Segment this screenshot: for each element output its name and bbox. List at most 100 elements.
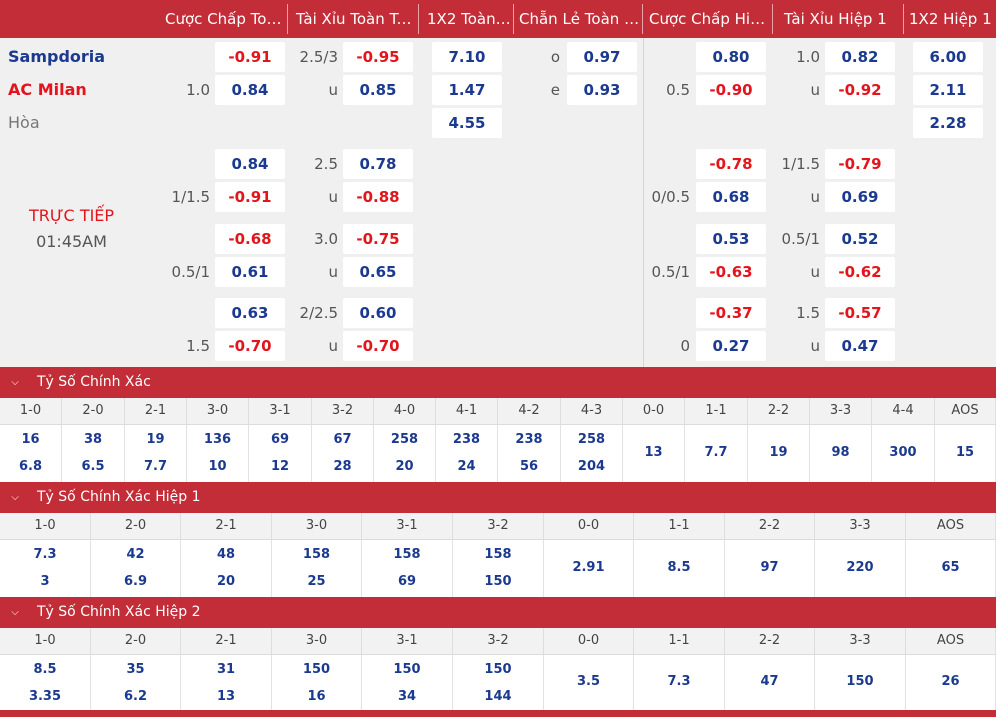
- score-odds-away[interactable]: 6.9: [91, 574, 180, 589]
- score-odds-away[interactable]: 6.2: [91, 689, 180, 704]
- score-odds-home[interactable]: 35: [91, 662, 180, 677]
- score-odds-home[interactable]: 48: [181, 547, 271, 562]
- score-odds-away[interactable]: 6.8: [0, 459, 61, 474]
- odds-handicap-away[interactable]: 0.61: [215, 257, 285, 287]
- odds-over[interactable]: 0.60: [343, 298, 413, 328]
- odds-h1-under[interactable]: -0.62: [825, 257, 895, 287]
- score-odds-home[interactable]: 258: [561, 432, 622, 447]
- odds-1x2-away[interactable]: 1.47: [432, 75, 502, 105]
- odds-h1-1x2-home[interactable]: 6.00: [913, 42, 983, 72]
- odds-h1-1x2-away[interactable]: 2.11: [913, 75, 983, 105]
- odds-under[interactable]: 0.65: [343, 257, 413, 287]
- odds-even[interactable]: 0.93: [567, 75, 637, 105]
- score-odds-home[interactable]: 220: [815, 560, 905, 575]
- score-odds-home[interactable]: 158: [362, 547, 452, 562]
- odds-handicap-home[interactable]: -0.68: [215, 224, 285, 254]
- odds-h1-under[interactable]: -0.92: [825, 75, 895, 105]
- score-odds-home[interactable]: 7.3: [634, 674, 724, 689]
- chevron-down-icon[interactable]: ⌵: [8, 597, 22, 628]
- score-odds-home[interactable]: 67: [312, 432, 373, 447]
- odds-h1-over[interactable]: 0.82: [825, 42, 895, 72]
- score-odds-away[interactable]: 69: [362, 574, 452, 589]
- col-header-1x2-ft[interactable]: 1X2 Toàn Trận: [421, 0, 513, 38]
- chevron-down-icon[interactable]: ⌵: [8, 367, 22, 398]
- score-odds-home[interactable]: 16: [0, 432, 61, 447]
- score-odds-home[interactable]: 47: [725, 674, 814, 689]
- score-odds-home[interactable]: 8.5: [634, 560, 724, 575]
- odds-h1-handicap-away[interactable]: 0.27: [696, 331, 766, 361]
- odds-h1-over[interactable]: -0.79: [825, 149, 895, 179]
- odds-under[interactable]: 0.85: [343, 75, 413, 105]
- score-odds-away[interactable]: 13: [181, 689, 271, 704]
- score-odds-home[interactable]: 136: [187, 432, 248, 447]
- score-odds-away[interactable]: 56: [498, 459, 560, 474]
- col-header-handicap-h1[interactable]: Cược Chấp Hiệp 1: [643, 0, 771, 38]
- odds-h1-handicap-home[interactable]: -0.78: [696, 149, 766, 179]
- score-odds-home[interactable]: 150: [453, 662, 543, 677]
- score-odds-home[interactable]: 65: [906, 560, 995, 575]
- score-odds-home[interactable]: 7.3: [0, 547, 90, 562]
- home-team[interactable]: Sampdoria: [8, 42, 105, 72]
- score-odds-home[interactable]: 2.91: [544, 560, 633, 575]
- odds-handicap-away[interactable]: -0.91: [215, 182, 285, 212]
- score-odds-away[interactable]: 16: [272, 689, 361, 704]
- score-odds-home[interactable]: 38: [62, 432, 124, 447]
- score-odds-away[interactable]: 3: [0, 574, 90, 589]
- score-odds-home[interactable]: 26: [906, 674, 995, 689]
- score-odds-away[interactable]: 34: [362, 689, 452, 704]
- score-odds-away[interactable]: 24: [436, 459, 497, 474]
- odds-1x2-home[interactable]: 7.10: [432, 42, 502, 72]
- col-header-handicap-ft[interactable]: Cược Chấp Toàn Trận: [159, 0, 287, 38]
- score-odds-away[interactable]: 28: [312, 459, 373, 474]
- chevron-down-icon[interactable]: ⌵: [8, 482, 22, 513]
- odds-under[interactable]: -0.70: [343, 331, 413, 361]
- odds-over[interactable]: 0.78: [343, 149, 413, 179]
- score-odds-home[interactable]: 238: [436, 432, 497, 447]
- odds-over[interactable]: -0.95: [343, 42, 413, 72]
- away-team[interactable]: AC Milan: [8, 75, 87, 105]
- score-odds-home[interactable]: 3.5: [544, 674, 633, 689]
- score-odds-home[interactable]: 97: [725, 560, 814, 575]
- odds-h1-handicap-home[interactable]: 0.80: [696, 42, 766, 72]
- odds-handicap-home[interactable]: -0.91: [215, 42, 285, 72]
- odds-1x2-draw[interactable]: 4.55: [432, 108, 502, 138]
- odds-h1-over[interactable]: 0.52: [825, 224, 895, 254]
- section-correct-score-h1[interactable]: ⌵ Tỷ Số Chính Xác Hiệp 1: [0, 482, 996, 513]
- col-header-oddeven-ft[interactable]: Chẵn Lẻ Toàn Trận: [513, 0, 641, 38]
- section-correct-score-h2[interactable]: ⌵ Tỷ Số Chính Xác Hiệp 2: [0, 597, 996, 628]
- odds-h1-handicap-away[interactable]: -0.90: [696, 75, 766, 105]
- odds-h1-handicap-away[interactable]: 0.68: [696, 182, 766, 212]
- odds-over[interactable]: -0.75: [343, 224, 413, 254]
- score-odds-home[interactable]: 13: [623, 445, 684, 460]
- score-odds-home[interactable]: 19: [125, 432, 186, 447]
- score-odds-home[interactable]: 31: [181, 662, 271, 677]
- odds-h1-1x2-draw[interactable]: 2.28: [913, 108, 983, 138]
- score-odds-home[interactable]: 300: [872, 445, 934, 460]
- score-odds-away[interactable]: 6.5: [62, 459, 124, 474]
- col-header-1x2-h1[interactable]: 1X2 Hiệp 1: [903, 0, 995, 38]
- score-odds-away[interactable]: 12: [249, 459, 311, 474]
- score-odds-away[interactable]: 144: [453, 689, 543, 704]
- score-odds-away[interactable]: 150: [453, 574, 543, 589]
- odds-handicap-away[interactable]: 0.84: [215, 75, 285, 105]
- odds-h1-handicap-away[interactable]: -0.63: [696, 257, 766, 287]
- odds-h1-under[interactable]: 0.47: [825, 331, 895, 361]
- score-odds-home[interactable]: 258: [374, 432, 435, 447]
- col-header-overunder-ft[interactable]: Tài Xỉu Toàn Trận: [290, 0, 416, 38]
- odds-h1-handicap-home[interactable]: -0.37: [696, 298, 766, 328]
- odds-handicap-home[interactable]: 0.84: [215, 149, 285, 179]
- odds-h1-under[interactable]: 0.69: [825, 182, 895, 212]
- score-odds-away[interactable]: 20: [181, 574, 271, 589]
- score-odds-home[interactable]: 69: [249, 432, 311, 447]
- score-odds-away[interactable]: 25: [272, 574, 361, 589]
- score-odds-away[interactable]: 7.7: [125, 459, 186, 474]
- score-odds-home[interactable]: 238: [498, 432, 560, 447]
- odds-handicap-away[interactable]: -0.70: [215, 331, 285, 361]
- score-odds-home[interactable]: 19: [748, 445, 809, 460]
- score-odds-away[interactable]: 204: [561, 459, 622, 474]
- score-odds-home[interactable]: 8.5: [0, 662, 90, 677]
- score-odds-away[interactable]: 3.35: [0, 689, 90, 704]
- odds-handicap-home[interactable]: 0.63: [215, 298, 285, 328]
- score-odds-away[interactable]: 10: [187, 459, 248, 474]
- col-header-overunder-h1[interactable]: Tài Xỉu Hiệp 1: [778, 0, 902, 38]
